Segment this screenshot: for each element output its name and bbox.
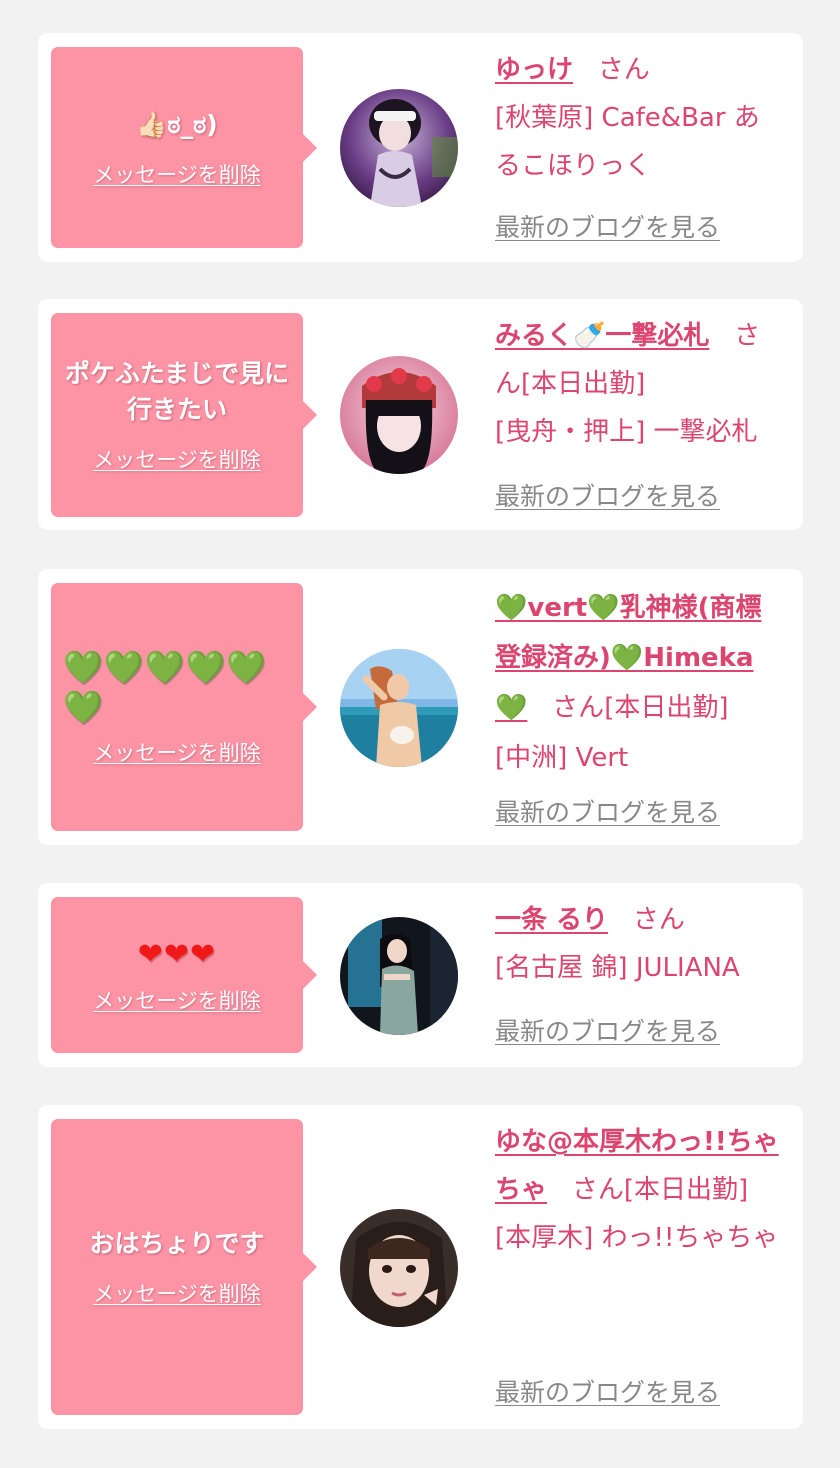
author-info: ゆな@本厚木わっ!!ちゃちゃ さん[本日出勤] [本厚木] わっ!!ちゃちゃ (495, 1118, 785, 1262)
author-name-link[interactable]: ゆっけ (495, 55, 573, 85)
author-name-part: Himeka (643, 643, 754, 673)
message-card: ポケふたまじで見に行きたい メッセージを削除 みるく🍼一撃必札 さん[本日出勤]… (38, 299, 803, 530)
latest-blog-link[interactable]: 最新のブログを見る (495, 793, 720, 829)
profile-photo (340, 356, 458, 474)
latest-blog-link[interactable]: 最新のブログを見る (495, 1012, 720, 1048)
message-bubble: おはちょりです メッセージを削除 (51, 1119, 303, 1415)
message-text: 👍🏻ಠ_ಠ) (136, 109, 218, 139)
message-text: ポケふたまじで見に行きたい (64, 359, 290, 424)
green-heart-icon: 💚 (610, 643, 644, 673)
shop-name: [中洲] Vert (495, 743, 629, 773)
avatar[interactable] (340, 1209, 458, 1327)
honorific: さん (597, 55, 650, 85)
honorific: さん (571, 1175, 624, 1205)
author-info: ゆっけ さん [秋葉原] Cafe&Bar あるこほりっく (495, 46, 785, 190)
delete-message-link[interactable]: メッセージを削除 (93, 159, 261, 189)
profile-photo (340, 917, 458, 1035)
status-badge: [本日出勤] (623, 1175, 749, 1205)
message-bubble: 👍🏻ಠ_ಠ) メッセージを削除 (51, 47, 303, 248)
avatar[interactable] (340, 649, 458, 767)
message-text: ❤❤❤ (137, 937, 217, 972)
message-card: 👍🏻ಠ_ಠ) メッセージを削除 ゆっけ さん [秋葉原] Cafe&Bar ある… (38, 33, 803, 262)
author-info: 一条 るり さん [名古屋 錦] JULIANA (495, 896, 785, 992)
message-card: ❤❤❤ メッセージを削除 一条 るり さん [名古屋 錦] JULIANA 最新… (38, 883, 803, 1067)
status-badge: [本日出勤] (604, 693, 729, 723)
honorific: さん (632, 905, 685, 935)
shop-name: [曳舟・押上] 一撃必札 (495, 417, 758, 447)
message-bubble: ❤❤❤ メッセージを削除 (51, 897, 303, 1053)
avatar[interactable] (340, 356, 458, 474)
author-name-link[interactable]: 一条 るり (495, 905, 608, 935)
message-card: 💚💚💚💚💚💚 メッセージを削除 💚vert💚乳神様(商標登録済み)💚Himeka… (38, 569, 803, 845)
status-badge: [本日出勤] (521, 369, 646, 399)
green-heart-icon: 💚 (495, 593, 528, 623)
profile-photo (340, 89, 458, 207)
message-text: おはちょりです (89, 1229, 265, 1258)
message-bubble: ポケふたまじで見に行きたい メッセージを削除 (51, 313, 303, 517)
author-name-link[interactable]: みるく🍼一撃必札 (495, 321, 709, 351)
green-heart-icon: 💚 (495, 693, 528, 723)
avatar[interactable] (340, 917, 458, 1035)
author-info: みるく🍼一撃必札 さん[本日出勤] [曳舟・押上] 一撃必札 (495, 312, 785, 456)
profile-photo (340, 649, 458, 767)
green-heart-icon: 💚 (587, 593, 620, 623)
message-bubble: 💚💚💚💚💚💚 メッセージを削除 (51, 583, 303, 831)
delete-message-link[interactable]: メッセージを削除 (93, 737, 261, 767)
shop-name: [本厚木] わっ!!ちゃちゃ (495, 1223, 779, 1253)
latest-blog-link[interactable]: 最新のブログを見る (495, 477, 720, 513)
profile-photo (340, 1209, 458, 1327)
author-name-part: vert (527, 593, 588, 623)
shop-name: [秋葉原] Cafe&Bar あるこほりっく (495, 103, 760, 181)
delete-message-link[interactable]: メッセージを削除 (93, 1278, 261, 1308)
delete-message-link[interactable]: メッセージを削除 (93, 444, 261, 474)
avatar[interactable] (340, 89, 458, 207)
latest-blog-link[interactable]: 最新のブログを見る (495, 208, 720, 244)
honorific: さん (552, 693, 605, 723)
message-text: 💚💚💚💚💚💚 (63, 648, 268, 726)
delete-message-link[interactable]: メッセージを削除 (93, 985, 261, 1015)
author-info: 💚vert💚乳神様(商標登録済み)💚Himeka 💚 さん[本日出勤] [中洲] … (495, 583, 785, 783)
message-card: おはちょりです メッセージを削除 ゆな@本厚木わっ!!ちゃちゃ さん[本日出勤]… (38, 1105, 803, 1429)
latest-blog-link[interactable]: 最新のブログを見る (495, 1373, 720, 1409)
shop-name: [名古屋 錦] JULIANA (495, 953, 740, 983)
